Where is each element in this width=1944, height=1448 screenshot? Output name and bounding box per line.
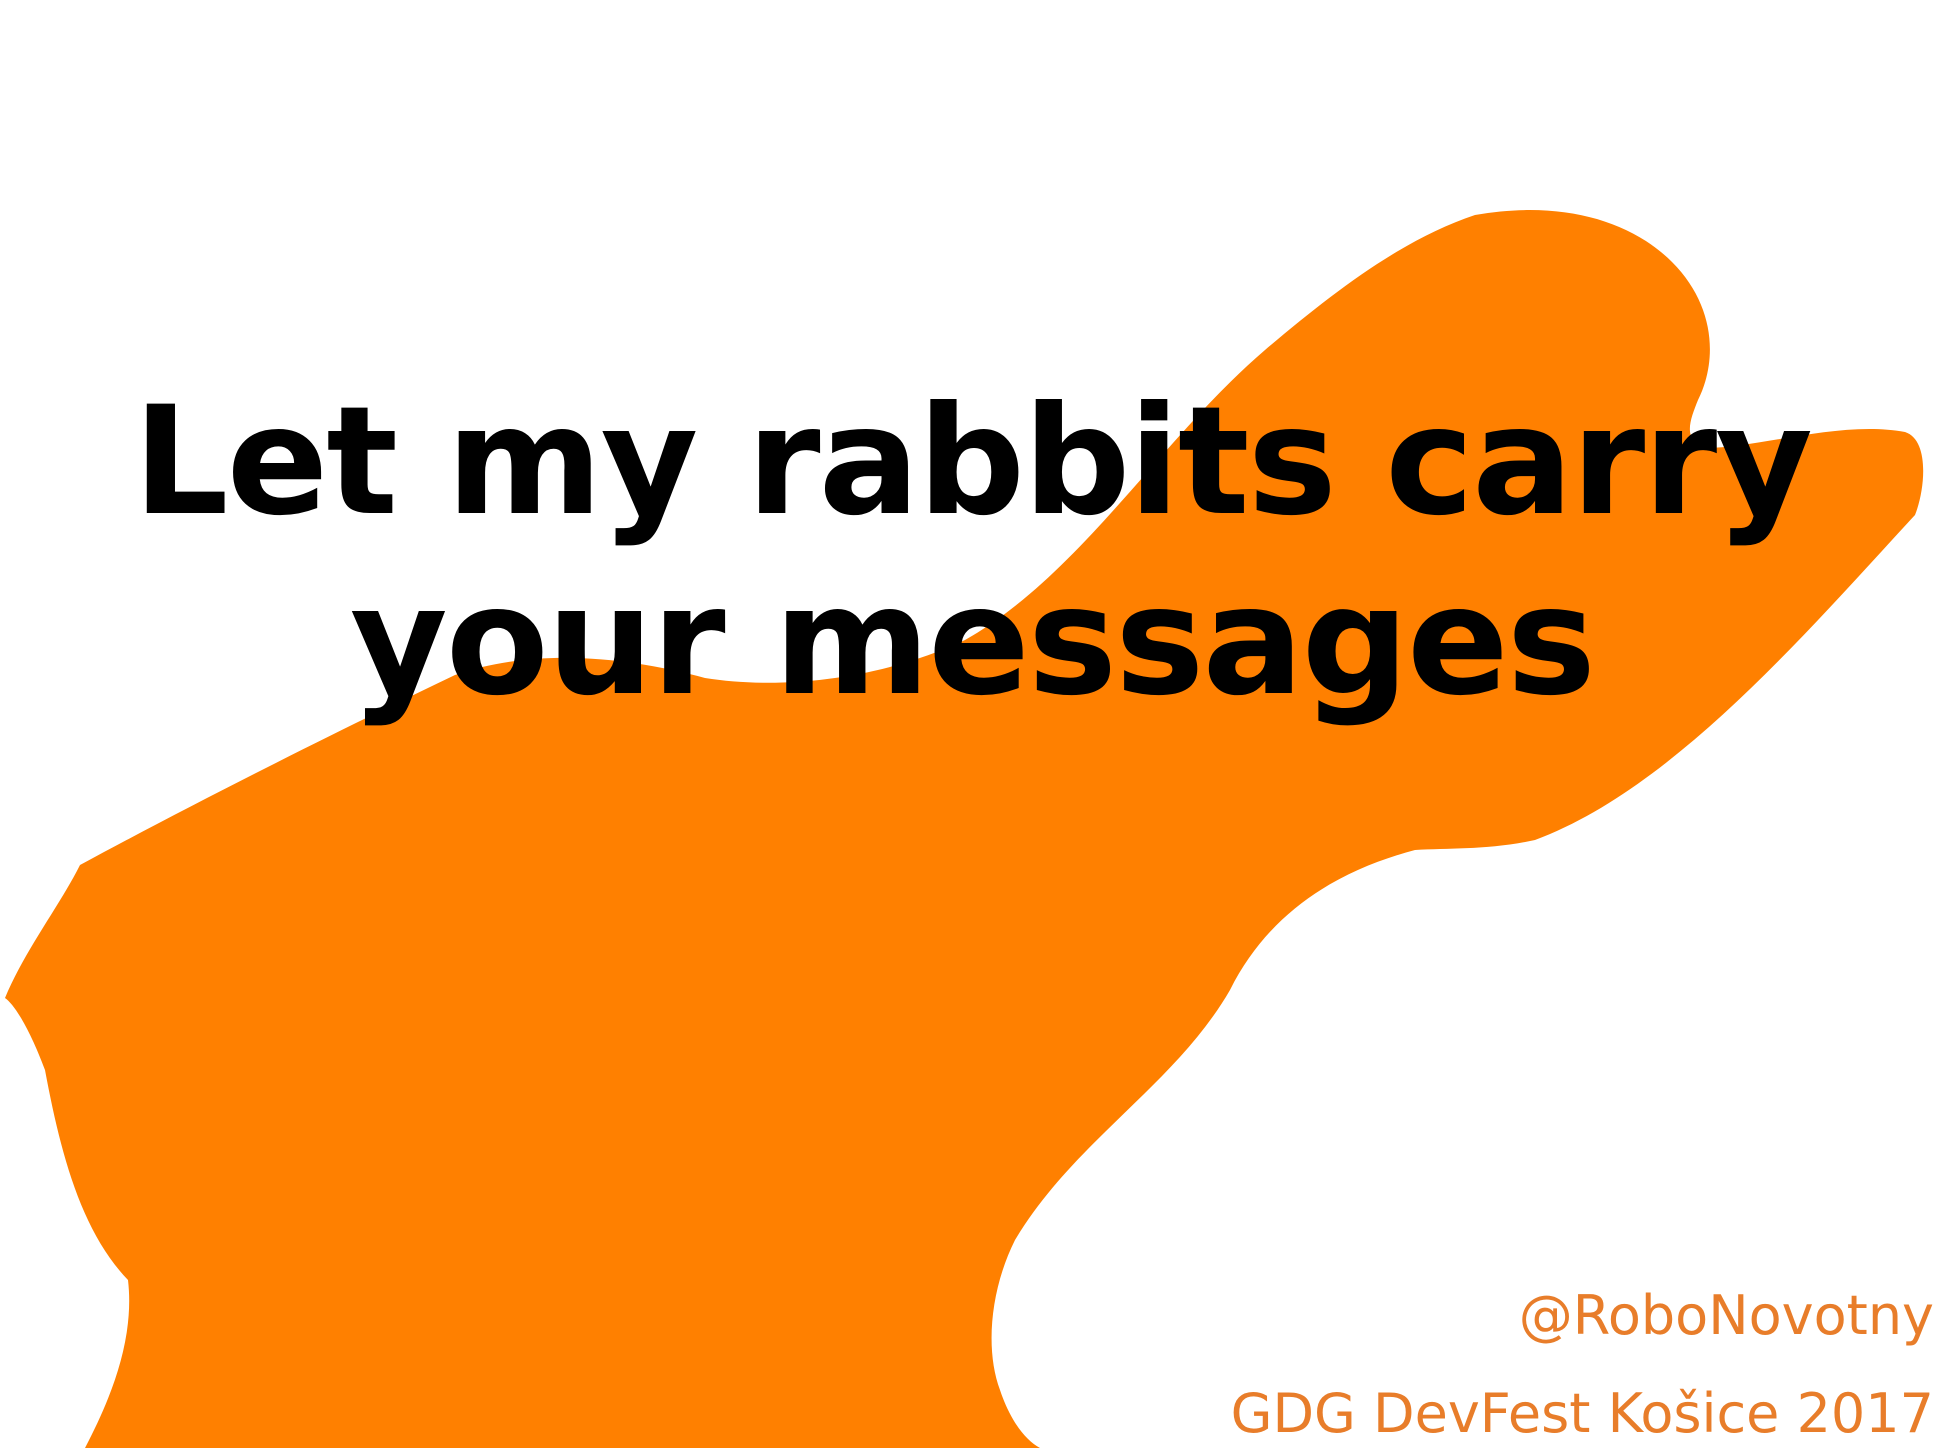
event-name: GDG DevFest Košice 2017 [1230, 1382, 1934, 1445]
slide-title: Let my rabbits carry your messages [0, 372, 1944, 732]
title-line-1: Let my rabbits carry [133, 375, 1813, 549]
slide: Let my rabbits carry your messages @Robo… [0, 0, 1944, 1448]
twitter-handle: @RoboNovotny [1518, 1284, 1934, 1347]
title-line-2: your messages [349, 555, 1596, 729]
